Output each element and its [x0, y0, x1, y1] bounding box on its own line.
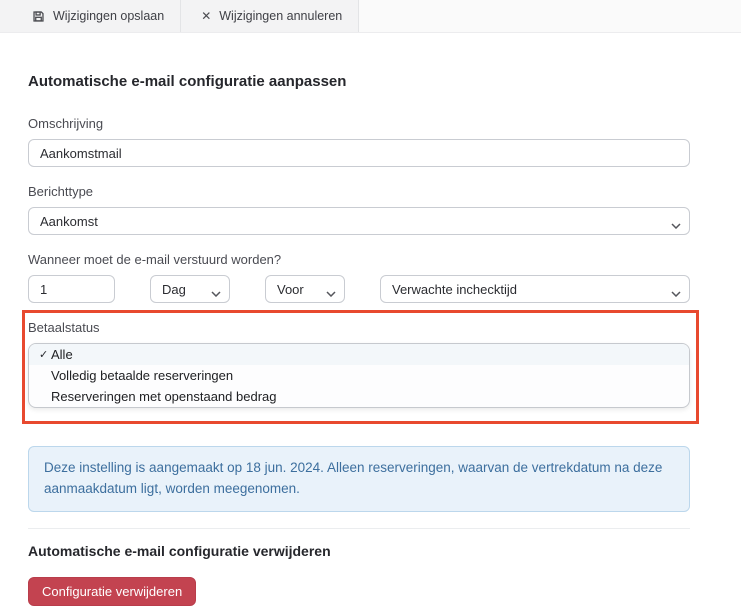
omschrijving-label: Omschrijving — [28, 116, 690, 131]
close-icon: ✕ — [201, 9, 211, 23]
timing-direction-select-wrap: Voor — [265, 267, 345, 303]
timing-unit-select[interactable]: Dag — [150, 275, 230, 303]
option-label: Reserveringen met openstaand bedrag — [51, 389, 276, 404]
betaalstatus-label: Betaalstatus — [28, 320, 690, 335]
toolbar: Wijzigingen opslaan ✕ Wijzigingen annule… — [0, 0, 741, 33]
cancel-changes-button[interactable]: ✕ Wijzigingen annuleren — [181, 0, 358, 32]
timing-amount-input[interactable] — [28, 275, 115, 303]
main-content: Automatische e-mail configuratie aanpass… — [28, 73, 690, 606]
section-divider — [28, 528, 690, 529]
save-changes-button[interactable]: Wijzigingen opslaan — [0, 0, 181, 32]
berichttype-label: Berichttype — [28, 184, 690, 199]
timing-unit-select-wrap: Dag — [150, 267, 230, 303]
timing-direction-select[interactable]: Voor — [265, 275, 345, 303]
save-changes-label: Wijzigingen opslaan — [53, 9, 164, 23]
timing-row: Dag Voor Verwachte inchecktijd — [28, 267, 690, 303]
betaalstatus-open-dropdown: ✓ Alle Volledig betaalde reserveringen R… — [28, 343, 690, 408]
option-label: Alle — [51, 347, 73, 362]
delete-configuration-button[interactable]: Configuratie verwijderen — [28, 577, 196, 606]
option-label: Volledig betaalde reserveringen — [51, 368, 233, 383]
omschrijving-input[interactable] — [28, 139, 690, 167]
save-icon — [32, 10, 45, 23]
betaalstatus-highlight-annotation: Betaalstatus ✓ Alle Volledig betaalde re… — [22, 310, 699, 424]
berichttype-select-wrap: Aankomst — [28, 199, 690, 235]
timing-label: Wanneer moet de e-mail verstuurd worden? — [28, 252, 690, 267]
berichttype-select[interactable]: Aankomst — [28, 207, 690, 235]
creation-info-box: Deze instelling is aangemaakt op 18 jun.… — [28, 446, 690, 512]
betaalstatus-option-alle[interactable]: ✓ Alle — [29, 344, 689, 365]
betaalstatus-option-volledig-betaald[interactable]: Volledig betaalde reserveringen — [29, 365, 689, 386]
checkmark-icon: ✓ — [39, 348, 51, 361]
timing-reference-select[interactable]: Verwachte inchecktijd — [380, 275, 690, 303]
page-title: Automatische e-mail configuratie aanpass… — [28, 73, 690, 90]
cancel-changes-label: Wijzigingen annuleren — [219, 9, 342, 23]
timing-reference-select-wrap: Verwachte inchecktijd — [380, 267, 690, 303]
toolbar-button-group: Wijzigingen opslaan ✕ Wijzigingen annule… — [0, 0, 359, 32]
betaalstatus-option-openstaand-bedrag[interactable]: Reserveringen met openstaand bedrag — [29, 386, 689, 407]
delete-section-title: Automatische e-mail configuratie verwijd… — [28, 543, 690, 559]
